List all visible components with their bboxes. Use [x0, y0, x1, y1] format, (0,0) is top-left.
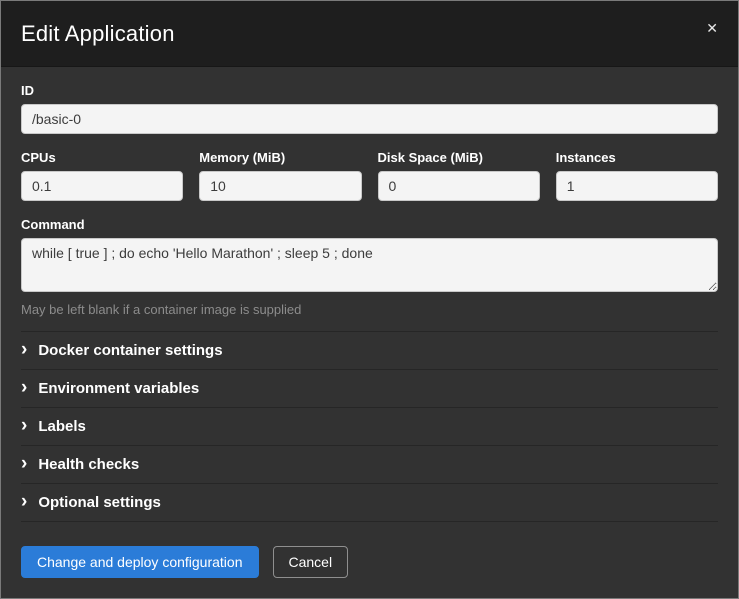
disk-label: Disk Space (MiB): [378, 150, 540, 165]
command-label: Command: [21, 217, 718, 232]
chevron-right-icon: ›: [21, 416, 27, 435]
section-docker-container-settings[interactable]: › Docker container settings: [21, 331, 718, 369]
command-field-group: Command while [ true ] ; do echo 'Hello …: [21, 217, 718, 317]
cpus-field-group: CPUs: [21, 150, 183, 201]
modal-footer: Change and deploy configuration Cancel: [1, 529, 738, 598]
close-icon[interactable]: ✕: [702, 17, 722, 39]
command-input[interactable]: while [ true ] ; do echo 'Hello Marathon…: [21, 238, 718, 292]
edit-application-modal: Edit Application ✕ ID CPUs Memory (MiB) …: [0, 0, 739, 599]
disk-input[interactable]: [378, 171, 540, 201]
chevron-right-icon: ›: [21, 340, 27, 359]
instances-label: Instances: [556, 150, 718, 165]
id-label: ID: [21, 83, 718, 98]
section-labels[interactable]: › Labels: [21, 407, 718, 445]
modal-title: Edit Application: [21, 21, 175, 47]
section-label: Environment variables: [38, 380, 199, 397]
instances-input[interactable]: [556, 171, 718, 201]
section-label: Docker container settings: [38, 342, 222, 359]
section-optional-settings[interactable]: › Optional settings: [21, 483, 718, 521]
modal-header: Edit Application ✕: [1, 1, 738, 67]
chevron-right-icon: ›: [21, 454, 27, 473]
section-environment-variables[interactable]: › Environment variables: [21, 369, 718, 407]
submit-button[interactable]: Change and deploy configuration: [21, 546, 259, 578]
section-health-checks[interactable]: › Health checks: [21, 445, 718, 483]
memory-label: Memory (MiB): [199, 150, 361, 165]
command-help-text: May be left blank if a container image i…: [21, 302, 718, 317]
id-field-group: ID: [21, 83, 718, 134]
chevron-right-icon: ›: [21, 492, 27, 511]
resources-row: CPUs Memory (MiB) Disk Space (MiB) Insta…: [21, 150, 718, 201]
disk-field-group: Disk Space (MiB): [378, 150, 540, 201]
memory-field-group: Memory (MiB): [199, 150, 361, 201]
cancel-button[interactable]: Cancel: [273, 546, 349, 578]
modal-body: ID CPUs Memory (MiB) Disk Space (MiB) In…: [1, 67, 738, 529]
cpus-input[interactable]: [21, 171, 183, 201]
chevron-right-icon: ›: [21, 378, 27, 397]
cpus-label: CPUs: [21, 150, 183, 165]
instances-field-group: Instances: [556, 150, 718, 201]
collapsible-sections: › Docker container settings › Environmen…: [21, 331, 718, 522]
section-label: Labels: [38, 418, 86, 435]
id-input[interactable]: [21, 104, 718, 134]
section-label: Health checks: [38, 456, 139, 473]
memory-input[interactable]: [199, 171, 361, 201]
section-label: Optional settings: [38, 494, 161, 511]
